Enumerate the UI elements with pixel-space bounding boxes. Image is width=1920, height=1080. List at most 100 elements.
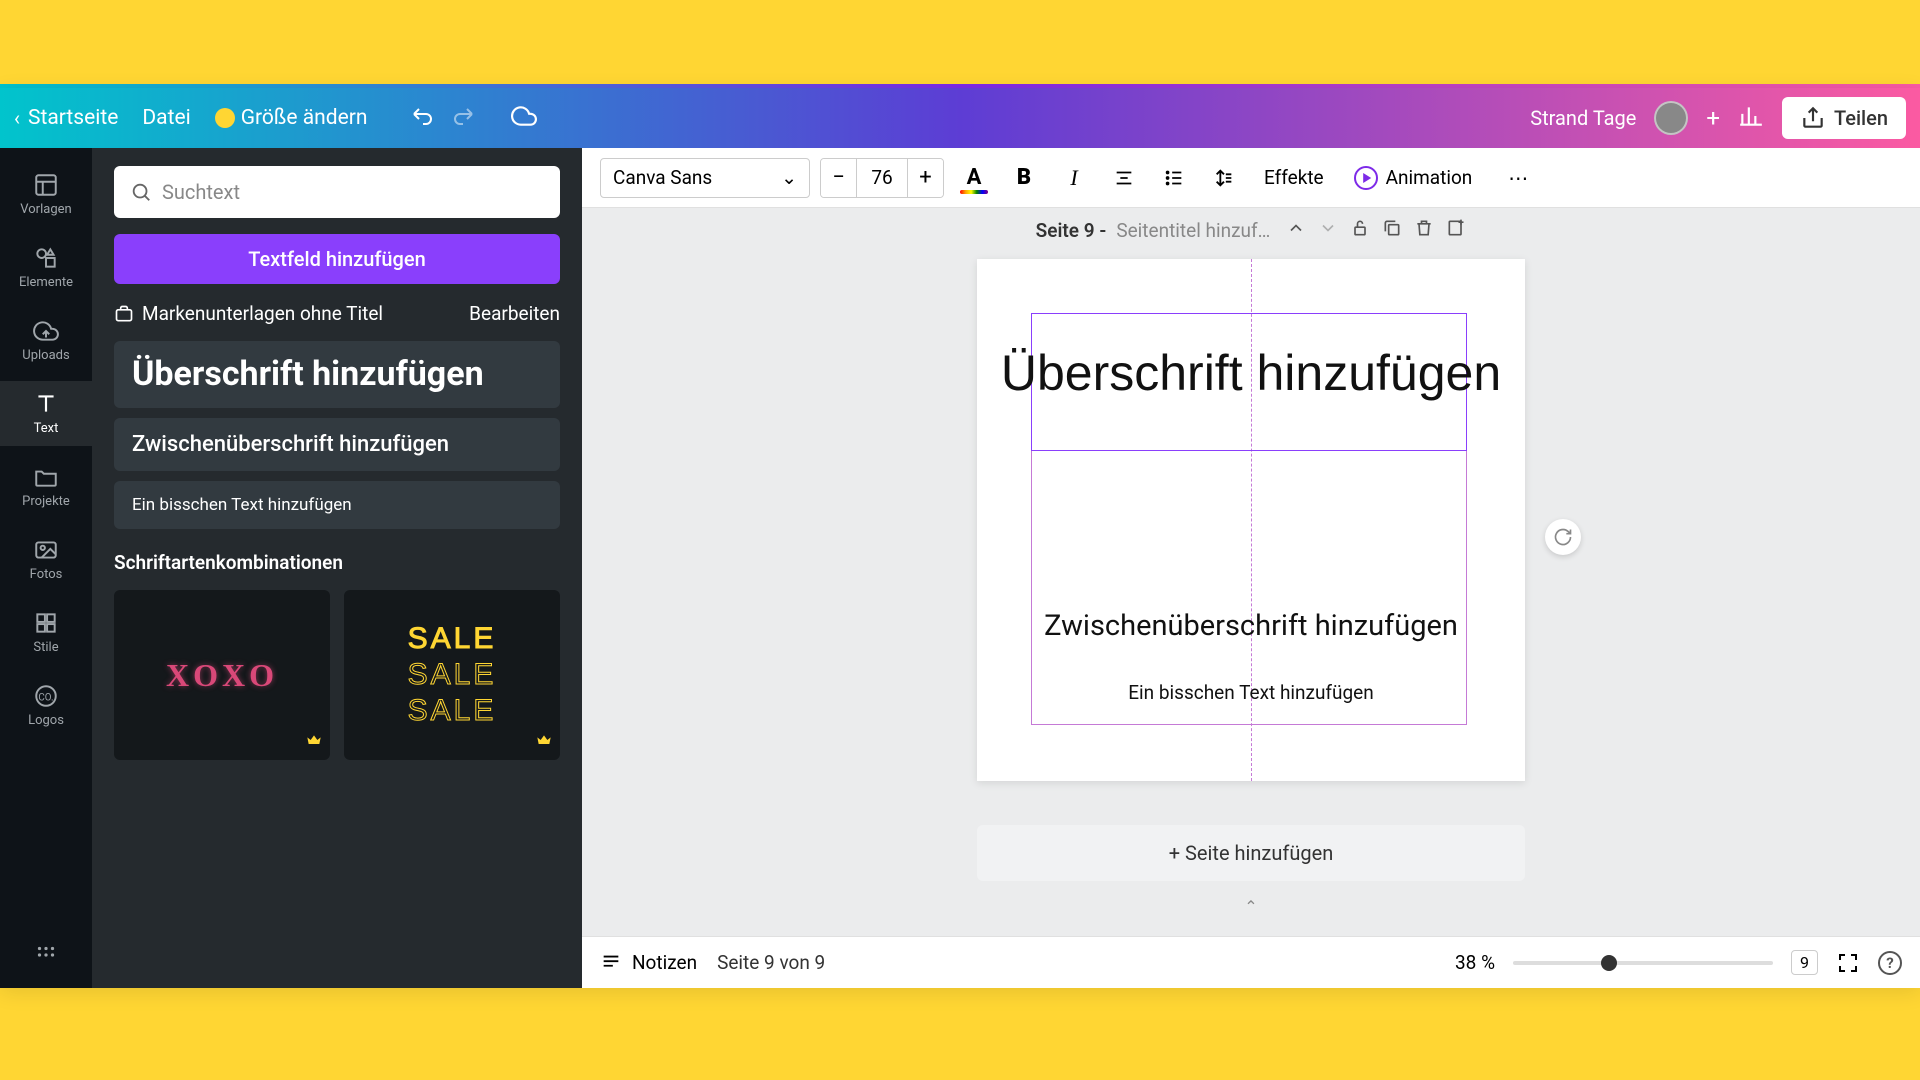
insights-button[interactable] bbox=[1738, 103, 1764, 133]
design-name[interactable]: Strand Tage bbox=[1530, 106, 1636, 130]
chevron-left-icon: ‹ bbox=[14, 106, 20, 130]
font-size-input[interactable] bbox=[857, 159, 907, 197]
animation-button[interactable]: Animation bbox=[1344, 166, 1483, 190]
notes-button[interactable]: Notizen bbox=[600, 951, 697, 974]
app-window: ‹ Startseite Datei Größe ändern Strand T… bbox=[0, 88, 1920, 988]
resize-label: Größe ändern bbox=[241, 106, 368, 130]
home-button[interactable]: ‹ Startseite bbox=[14, 106, 118, 130]
page-down-button[interactable] bbox=[1318, 218, 1338, 243]
canvas-body-text[interactable]: Ein bisschen Text hinzufügen bbox=[977, 681, 1525, 704]
design-page[interactable]: Überschrift hinzufügen Zwischenüberschri… bbox=[977, 259, 1525, 781]
sync-status-icon[interactable] bbox=[511, 103, 537, 133]
preset-subheading-label: Zwischenüberschrift hinzufügen bbox=[132, 432, 542, 457]
zoom-slider[interactable] bbox=[1513, 961, 1773, 965]
rail-elements-label: Elemente bbox=[19, 275, 73, 290]
footer-right: 38 % 9 ? bbox=[1455, 950, 1902, 975]
alignment-button[interactable] bbox=[1104, 158, 1144, 198]
header-left: ‹ Startseite Datei Größe ändern bbox=[14, 103, 537, 133]
notes-label: Notizen bbox=[632, 951, 697, 974]
rail-elements[interactable]: Elemente bbox=[0, 235, 92, 300]
italic-button[interactable]: I bbox=[1054, 158, 1094, 198]
file-menu[interactable]: Datei bbox=[142, 106, 190, 130]
lock-page-button[interactable] bbox=[1350, 218, 1370, 243]
sparkle-icon bbox=[215, 108, 235, 128]
effects-button[interactable]: Effekte bbox=[1254, 166, 1334, 189]
rail-uploads[interactable]: Uploads bbox=[0, 308, 92, 373]
panel-collapse-toggle[interactable] bbox=[578, 553, 582, 613]
editor-footer: Notizen Seite 9 von 9 38 % 9 ? bbox=[582, 936, 1920, 988]
play-icon bbox=[1354, 166, 1378, 190]
search-input[interactable] bbox=[162, 180, 544, 204]
rail-styles[interactable]: Stile bbox=[0, 600, 92, 665]
brand-edit-link[interactable]: Bearbeiten bbox=[469, 302, 560, 325]
font-size-increase[interactable]: + bbox=[907, 159, 943, 197]
text-color-button[interactable]: A bbox=[954, 158, 994, 198]
font-size-stepper: − + bbox=[820, 158, 944, 198]
brand-kit-row: Markenunterlagen ohne Titel Bearbeiten bbox=[114, 302, 560, 325]
left-rail: Vorlagen Elemente Uploads Text Projekte … bbox=[0, 148, 92, 988]
help-button[interactable]: ? bbox=[1878, 951, 1902, 975]
rail-projects[interactable]: Projekte bbox=[0, 454, 92, 519]
regenerate-button[interactable] bbox=[1545, 519, 1581, 555]
more-options-button[interactable]: ⋯ bbox=[1498, 158, 1538, 198]
canvas-scroll[interactable]: Überschrift hinzufügen Zwischenüberschri… bbox=[582, 249, 1920, 936]
redo-button[interactable] bbox=[451, 104, 475, 132]
page-title-placeholder[interactable]: Seitentitel hinzuf… bbox=[1116, 219, 1270, 242]
add-collaborator-button[interactable]: + bbox=[1706, 104, 1720, 132]
user-avatar[interactable] bbox=[1654, 101, 1688, 135]
combo-sale-text: SALE SALE SALE bbox=[408, 622, 497, 728]
preset-subheading[interactable]: Zwischenüberschrift hinzufügen bbox=[114, 418, 560, 471]
rail-projects-label: Projekte bbox=[22, 494, 70, 509]
undo-button[interactable] bbox=[411, 104, 435, 132]
canvas-heading-text[interactable]: Überschrift hinzufügen bbox=[977, 343, 1525, 403]
combo-xoxo-text: XOXO bbox=[166, 657, 278, 694]
header-right: Strand Tage + Teilen bbox=[1530, 97, 1906, 139]
preset-heading-label: Überschrift hinzufügen bbox=[132, 355, 542, 394]
font-combo-sale[interactable]: SALE SALE SALE bbox=[344, 590, 560, 760]
canvas-subheading-text[interactable]: Zwischenüberschrift hinzufügen bbox=[977, 609, 1525, 644]
font-family-select[interactable]: Canva Sans ⌄ bbox=[600, 158, 810, 198]
rail-templates-label: Vorlagen bbox=[20, 202, 71, 217]
brand-kit-link[interactable]: Markenunterlagen ohne Titel bbox=[114, 302, 383, 325]
rail-templates[interactable]: Vorlagen bbox=[0, 162, 92, 227]
font-combos-grid: XOXO SALE SALE SALE bbox=[114, 590, 560, 760]
expand-pages-toggle[interactable]: ⌃ bbox=[1231, 897, 1271, 916]
add-page-button[interactable]: + Seite hinzufügen bbox=[977, 825, 1525, 881]
preset-heading[interactable]: Überschrift hinzufügen bbox=[114, 341, 560, 408]
bold-button[interactable]: B bbox=[1004, 158, 1044, 198]
page-counter[interactable]: Seite 9 von 9 bbox=[717, 951, 825, 974]
search-box[interactable] bbox=[114, 166, 560, 218]
briefcase-icon bbox=[114, 304, 134, 324]
preset-body[interactable]: Ein bisschen Text hinzufügen bbox=[114, 481, 560, 529]
rail-logos[interactable]: CO. Logos bbox=[0, 673, 92, 738]
fullscreen-button[interactable] bbox=[1836, 951, 1860, 975]
font-size-decrease[interactable]: − bbox=[821, 159, 857, 197]
resize-button[interactable]: Größe ändern bbox=[215, 106, 368, 130]
home-label: Startseite bbox=[28, 106, 118, 130]
canvas-area: Canva Sans ⌄ − + A B I Effekte Animation bbox=[582, 148, 1920, 988]
page-actions bbox=[1286, 218, 1466, 243]
app-header: ‹ Startseite Datei Größe ändern Strand T… bbox=[0, 88, 1920, 148]
crown-icon bbox=[306, 732, 322, 752]
page-up-button[interactable] bbox=[1286, 218, 1306, 243]
rail-uploads-label: Uploads bbox=[22, 348, 69, 363]
font-family-value: Canva Sans bbox=[613, 166, 712, 189]
spacing-button[interactable] bbox=[1204, 158, 1244, 198]
rail-logos-label: Logos bbox=[28, 713, 64, 728]
rail-photos-label: Fotos bbox=[30, 567, 63, 582]
share-button[interactable]: Teilen bbox=[1782, 97, 1906, 139]
rail-more[interactable] bbox=[0, 932, 92, 978]
add-page-icon-button[interactable] bbox=[1446, 218, 1466, 243]
chevron-down-icon: ⌄ bbox=[781, 166, 797, 189]
text-toolbar: Canva Sans ⌄ − + A B I Effekte Animation bbox=[582, 148, 1920, 208]
zoom-value[interactable]: 38 % bbox=[1455, 951, 1495, 974]
rail-text[interactable]: Text bbox=[0, 381, 92, 446]
delete-page-button[interactable] bbox=[1414, 218, 1434, 243]
rail-styles-label: Stile bbox=[33, 640, 58, 655]
list-button[interactable] bbox=[1154, 158, 1194, 198]
page-grid-button[interactable]: 9 bbox=[1791, 950, 1818, 975]
duplicate-page-button[interactable] bbox=[1382, 218, 1402, 243]
rail-photos[interactable]: Fotos bbox=[0, 527, 92, 592]
add-textbox-button[interactable]: Textfeld hinzufügen bbox=[114, 234, 560, 284]
font-combo-xoxo[interactable]: XOXO bbox=[114, 590, 330, 760]
